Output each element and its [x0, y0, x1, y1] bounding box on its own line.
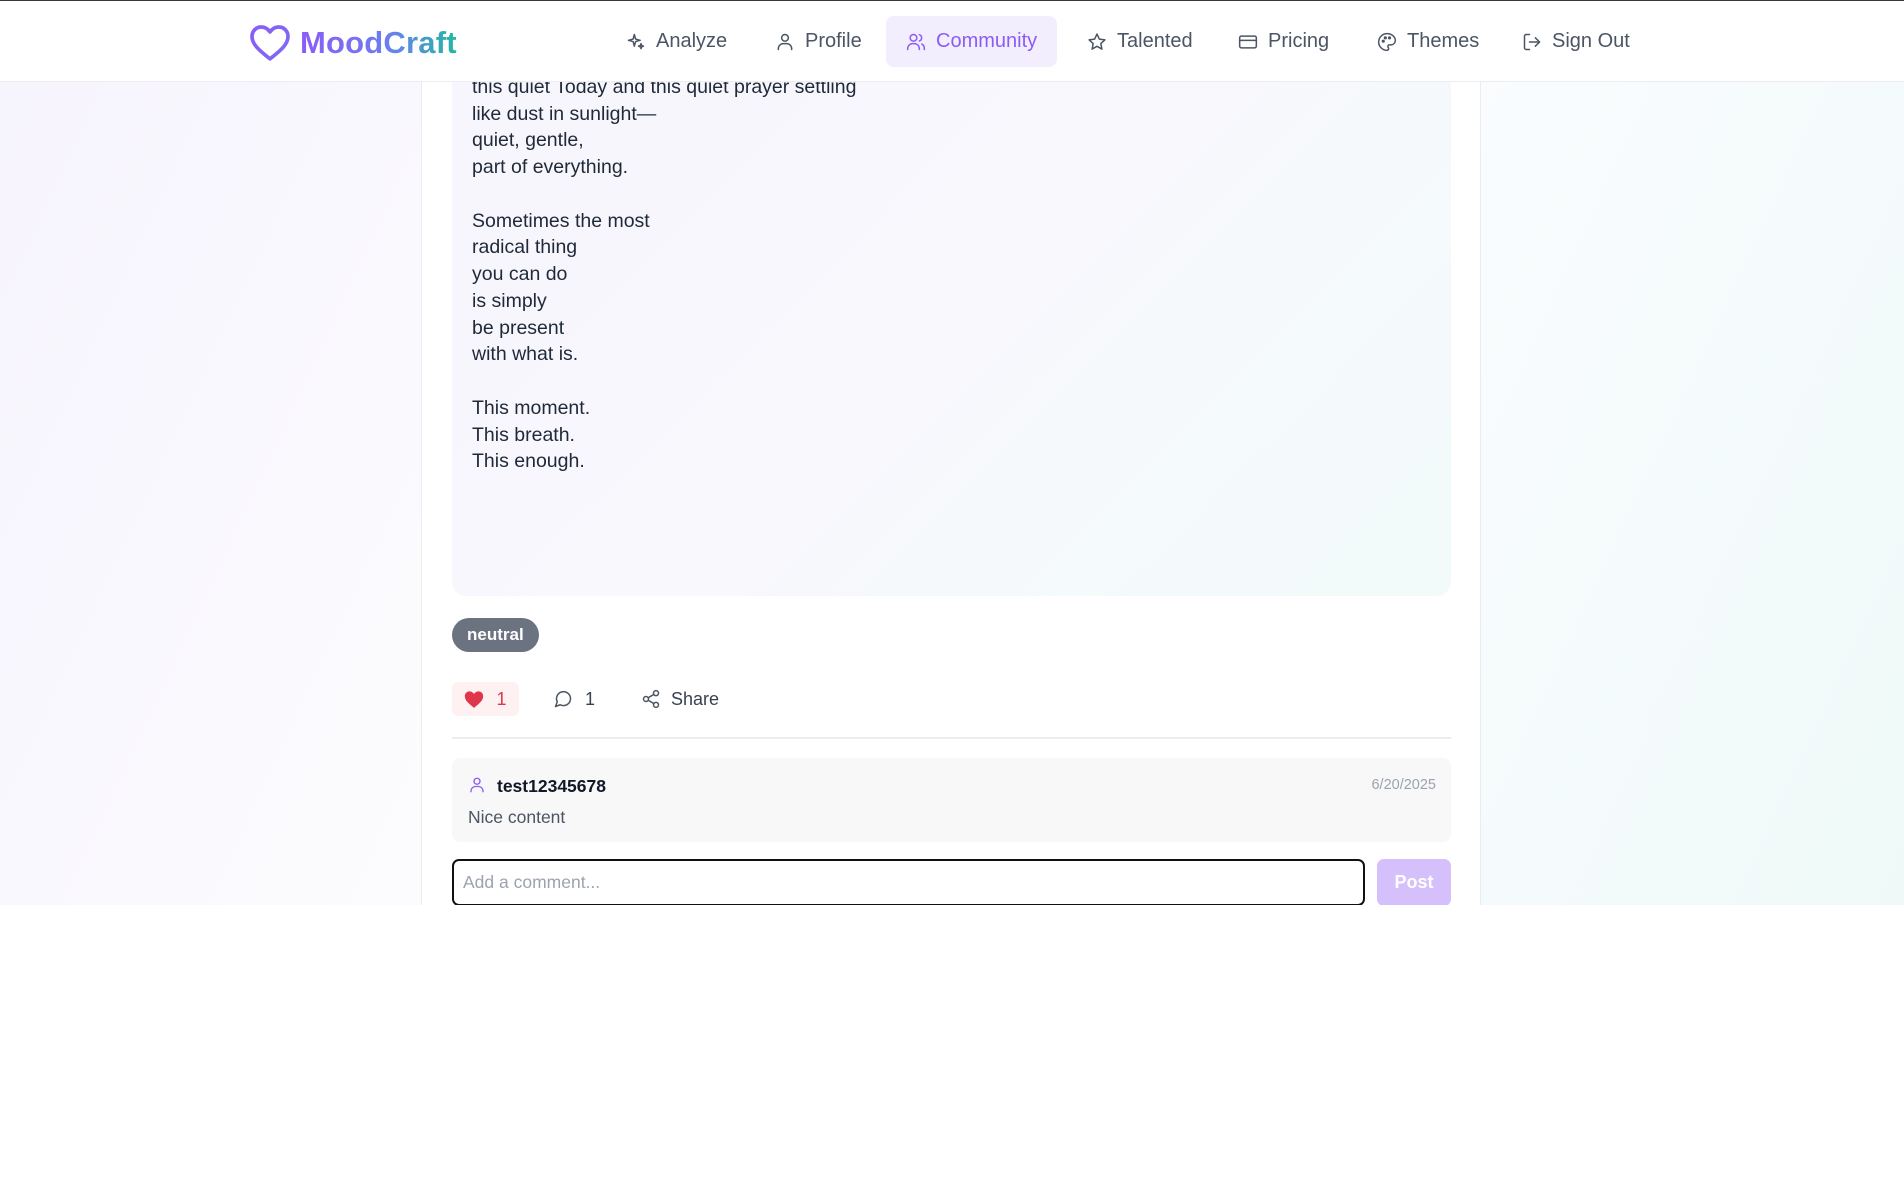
nav-community[interactable]: Community: [886, 16, 1058, 67]
like-button[interactable]: 1: [452, 682, 519, 716]
heart-icon: [465, 690, 484, 708]
nav-label: Profile: [805, 30, 862, 52]
poem-line: This moment.: [472, 397, 591, 419]
post-card: this quiet Today and this quiet prayer s…: [421, 40, 1481, 905]
mood-tag[interactable]: neutral: [452, 618, 539, 652]
divider: [452, 737, 1451, 739]
page-background: this quiet Today and this quiet prayer s…: [0, 0, 1904, 905]
poem-line: you can do: [472, 263, 568, 285]
comment-date: 6/20/2025: [1371, 777, 1436, 793]
message-circle-icon: [554, 690, 572, 708]
poem-line: Sometimes the most: [472, 210, 650, 232]
logo[interactable]: MoodCraft: [250, 23, 457, 63]
share-icon: [642, 689, 660, 709]
comment-item: test12345678 6/20/2025 Nice content: [452, 758, 1451, 842]
nav-profile[interactable]: Profile: [755, 16, 882, 67]
star-icon: [1088, 32, 1106, 50]
user-icon: [777, 33, 793, 50]
sparkles-icon: [627, 33, 645, 49]
users-icon: [906, 33, 926, 50]
nav-label: Talented: [1117, 30, 1193, 52]
nav-label: Sign Out: [1552, 30, 1630, 52]
nav-pricing[interactable]: Pricing: [1218, 16, 1349, 67]
poem-line: radical thing: [472, 236, 578, 258]
poem-line: This enough.: [472, 450, 585, 472]
nav-talented[interactable]: Talented: [1067, 16, 1213, 67]
nav-label: Community: [936, 30, 1038, 52]
poem-line: is simply: [472, 290, 547, 312]
credit-card-icon: [1238, 34, 1258, 49]
nav-label: Pricing: [1268, 30, 1330, 52]
poem-line: quiet, gentle,: [472, 129, 584, 151]
nav-label: Themes: [1407, 30, 1480, 52]
poem-line: This breath.: [472, 424, 575, 446]
share-label: Share: [671, 688, 720, 709]
log-out-icon: [1523, 33, 1541, 50]
comment-text: Nice content: [468, 807, 566, 827]
palette-icon: [1378, 32, 1397, 51]
comments-button[interactable]: 1: [553, 682, 595, 716]
nav-analyze[interactable]: Analyze: [606, 16, 747, 67]
comment-author[interactable]: test12345678: [497, 776, 606, 797]
poem-line: with what is.: [472, 343, 579, 365]
comment-count: 1: [585, 688, 596, 709]
like-count: 1: [496, 688, 507, 709]
poem-content: this quiet Today and this quiet prayer s…: [452, 40, 1451, 596]
nav-themes[interactable]: Themes: [1357, 16, 1499, 67]
top-navigation: MoodCraft Analyze Profile Community Tale…: [0, 1, 1904, 82]
nav-label: Analyze: [656, 30, 728, 52]
heart-logo-icon: [250, 25, 290, 61]
brand-name: MoodCraft: [300, 25, 457, 60]
user-icon: [470, 777, 484, 793]
poem-line: part of everything.: [472, 156, 629, 178]
comment-input[interactable]: [452, 859, 1365, 905]
poem-line: like dust in sunlight—: [472, 103, 657, 125]
post-comment-button[interactable]: Post: [1377, 859, 1451, 905]
nav-sign-out[interactable]: Sign Out: [1502, 16, 1650, 67]
share-button[interactable]: Share: [641, 682, 719, 716]
poem-line: be present: [472, 317, 565, 339]
